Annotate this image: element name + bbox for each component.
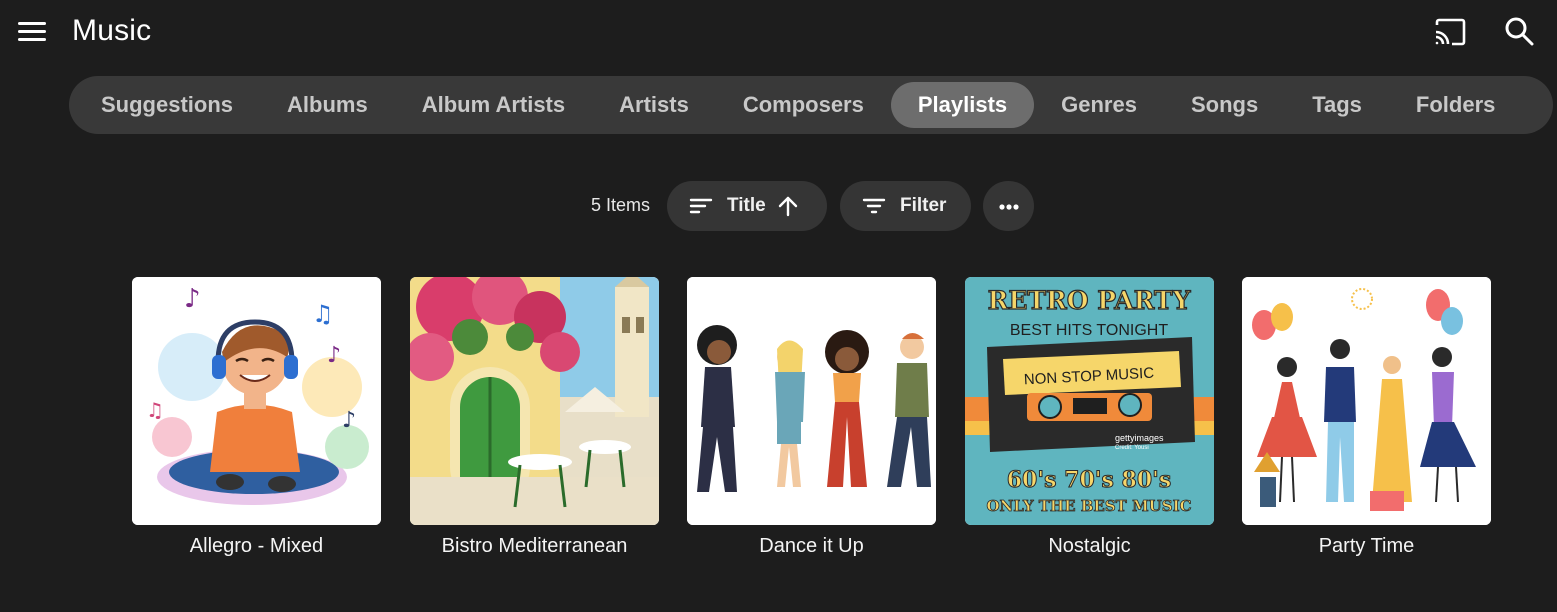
playlist-title: Dance it Up [759, 535, 864, 557]
tab-songs[interactable]: Songs [1164, 82, 1285, 128]
playlist-cover [410, 277, 659, 525]
svg-text:♫: ♫ [146, 398, 164, 422]
playlist-grid: ♪ ♫ ♪ ♪ ♫ Allegro - Mixed Bistro Mediter… [0, 277, 1557, 577]
tab-composers[interactable]: Composers [716, 82, 891, 128]
playlist-card-nostalgic[interactable]: RETRO PARTY BEST HITS TONIGHT NON STOP M… [965, 277, 1214, 558]
playlist-card-dance-it-up[interactable]: Dance it Up [687, 277, 936, 558]
tab-genres[interactable]: Genres [1034, 82, 1164, 128]
more-horizontal-icon [998, 195, 1020, 217]
sort-lines-icon [689, 196, 713, 216]
playlist-cover [687, 277, 936, 525]
playlist-title: Bistro Mediterranean [441, 535, 628, 557]
playlist-card-allegro-mixed[interactable]: ♪ ♫ ♪ ♪ ♫ Allegro - Mixed [132, 277, 381, 558]
svg-text:♪: ♪ [184, 284, 201, 314]
playlist-title: Party Time [1318, 535, 1415, 557]
nostalgic-art-line-5: ONLY THE BEST MUSIC [986, 497, 1191, 515]
tab-album-artists[interactable]: Album Artists [395, 82, 592, 128]
playlist-title: Nostalgic [1048, 535, 1131, 557]
cast-icon[interactable] [1432, 16, 1468, 48]
menu-icon[interactable] [14, 16, 50, 48]
sort-button[interactable]: Title [667, 181, 827, 231]
watermark-credit: Credit: Yousi [1115, 445, 1149, 451]
filter-button[interactable]: Filter [840, 181, 971, 231]
tab-folders[interactable]: Folders [1389, 82, 1522, 128]
nostalgic-art-line-2: BEST HITS TONIGHT [1010, 322, 1168, 339]
playlist-cover [1242, 277, 1491, 525]
filter-label: Filter [900, 195, 947, 216]
list-controls: 5 Items Title Filter [0, 181, 1557, 231]
tab-suggestions[interactable]: Suggestions [74, 82, 260, 128]
more-options-button[interactable] [983, 181, 1034, 231]
tab-albums[interactable]: Albums [260, 82, 395, 128]
nostalgic-art-line-4: 60's 70's 80's [1007, 467, 1172, 493]
top-app-bar: Music [0, 0, 1557, 66]
sort-label: Title [727, 195, 766, 216]
playlist-cover: ♪ ♫ ♪ ♪ ♫ [132, 277, 381, 525]
tab-artists[interactable]: Artists [592, 82, 716, 128]
app-title: Music [72, 14, 152, 47]
item-count: 5 Items [591, 195, 651, 215]
tab-tags[interactable]: Tags [1285, 82, 1389, 128]
filter-icon [862, 196, 886, 216]
svg-text:♫: ♫ [312, 300, 334, 328]
tab-playlists[interactable]: Playlists [890, 82, 1035, 128]
arrow-up-icon [776, 194, 800, 218]
svg-text:♪: ♪ [342, 408, 356, 433]
search-icon[interactable] [1502, 14, 1536, 48]
playlist-title: Allegro - Mixed [189, 535, 324, 557]
nostalgic-art-line-1: RETRO PARTY [988, 286, 1192, 315]
playlist-card-party-time[interactable]: Party Time [1242, 277, 1491, 558]
watermark: gettyimages [1115, 433, 1164, 443]
playlist-cover: RETRO PARTY BEST HITS TONIGHT NON STOP M… [965, 277, 1214, 525]
playlist-card-bistro-mediterranean[interactable]: Bistro Mediterranean [410, 277, 659, 558]
library-tabs: Suggestions Albums Album Artists Artists… [69, 76, 1553, 134]
svg-text:♪: ♪ [327, 343, 341, 368]
